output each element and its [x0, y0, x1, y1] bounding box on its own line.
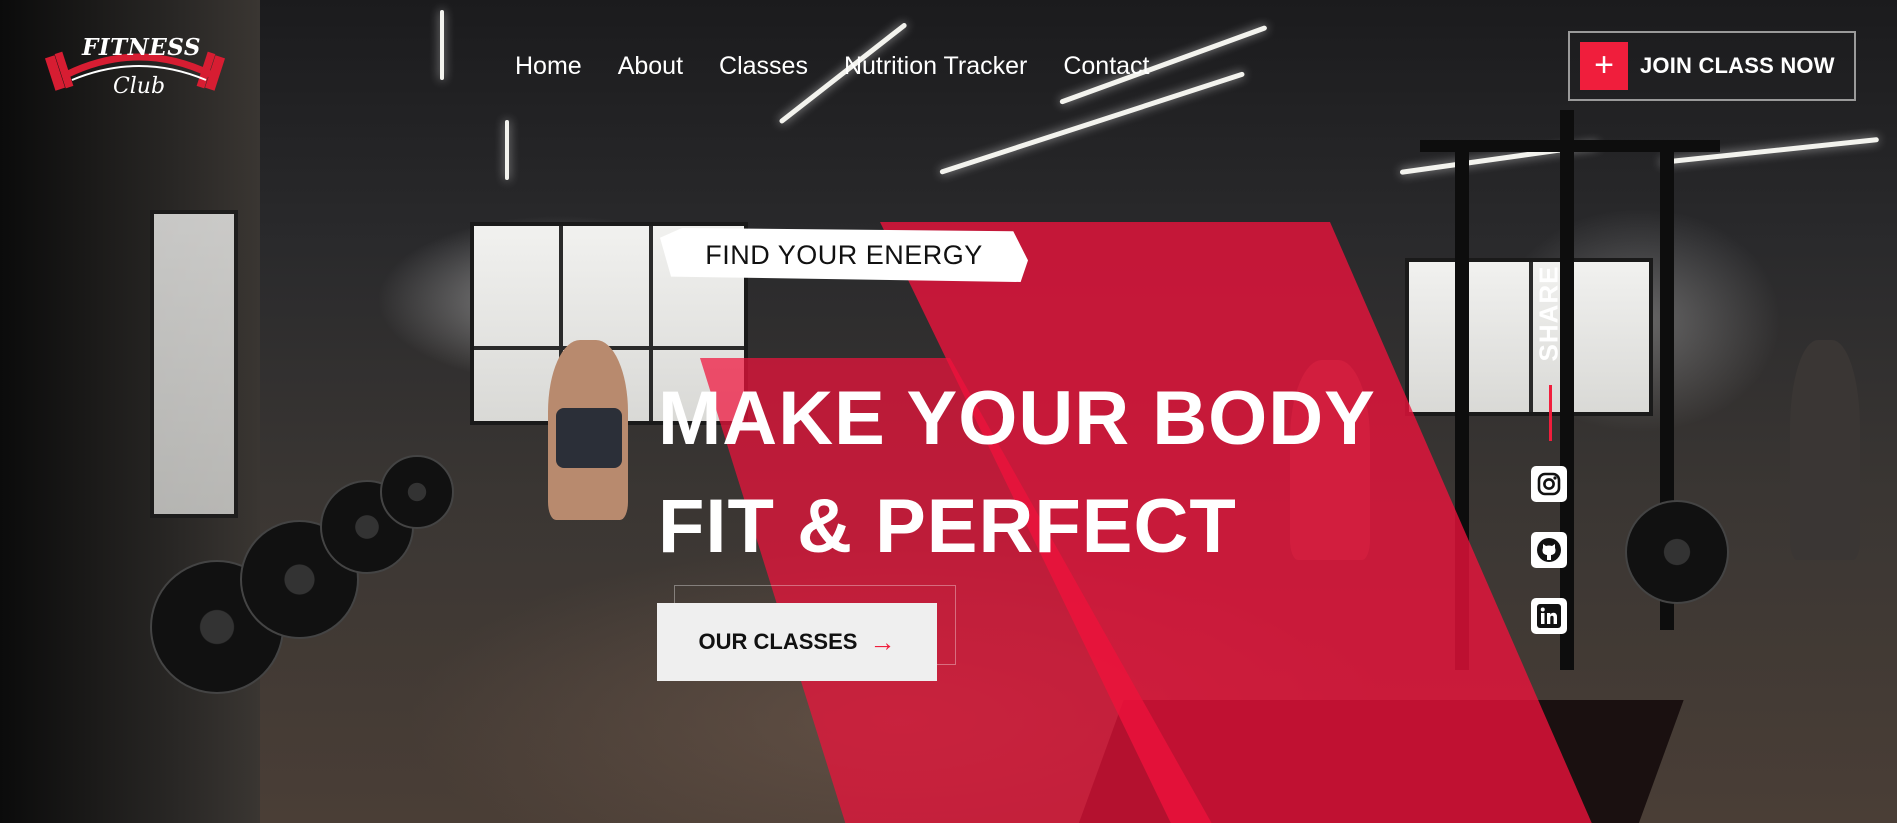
- background-window: [150, 210, 238, 518]
- nav-contact[interactable]: Contact: [1063, 52, 1149, 81]
- gym-rack: [1420, 140, 1720, 152]
- weight-plate: [380, 455, 454, 529]
- gym-person: [556, 408, 622, 468]
- hero-headline-line1: MAKE YOUR BODY: [658, 376, 1376, 461]
- logo-text-bottom: Club: [112, 74, 166, 99]
- ceiling-light: [505, 120, 509, 180]
- share-label: SHARE: [1527, 258, 1571, 368]
- nav-nutrition-tracker[interactable]: Nutrition Tracker: [844, 52, 1027, 81]
- hero-headline-line2: FIT & PERFECT: [658, 484, 1237, 569]
- nav-home[interactable]: Home: [515, 52, 582, 81]
- weight-plate: [1625, 500, 1729, 604]
- join-class-label: JOIN CLASS NOW: [1640, 53, 1835, 78]
- hero-tagline: FIND YOUR ENERGY: [660, 228, 1028, 282]
- nav-about[interactable]: About: [618, 52, 683, 81]
- arrow-right-icon: →: [869, 626, 896, 657]
- join-class-button[interactable]: + JOIN CLASS NOW: [1568, 31, 1856, 101]
- gym-rack: [1560, 110, 1574, 670]
- main-nav: Home About Classes Nutrition Tracker Con…: [515, 52, 1150, 81]
- hero-section: FITNESS Club Home About Classes Nutritio…: [0, 0, 1897, 823]
- linkedin-icon[interactable]: [1531, 598, 1567, 634]
- share-divider: [1549, 385, 1552, 441]
- hero-headline: MAKE YOUR BODY FIT & PERFECT: [658, 365, 1376, 581]
- github-icon[interactable]: [1531, 532, 1567, 568]
- ceiling-light: [440, 10, 444, 80]
- our-classes-label: OUR CLASSES: [698, 629, 858, 654]
- hero-tagline-text: FIND YOUR ENERGY: [705, 239, 983, 270]
- logo-text-top: FITNESS: [82, 34, 201, 61]
- our-classes-button[interactable]: OUR CLASSES →: [657, 603, 937, 681]
- share-text: SHARE: [1533, 264, 1564, 362]
- nav-classes[interactable]: Classes: [719, 52, 808, 81]
- logo[interactable]: FITNESS Club: [44, 30, 234, 110]
- gym-person: [1790, 340, 1860, 560]
- plus-icon: +: [1580, 42, 1628, 90]
- instagram-icon[interactable]: [1531, 466, 1567, 502]
